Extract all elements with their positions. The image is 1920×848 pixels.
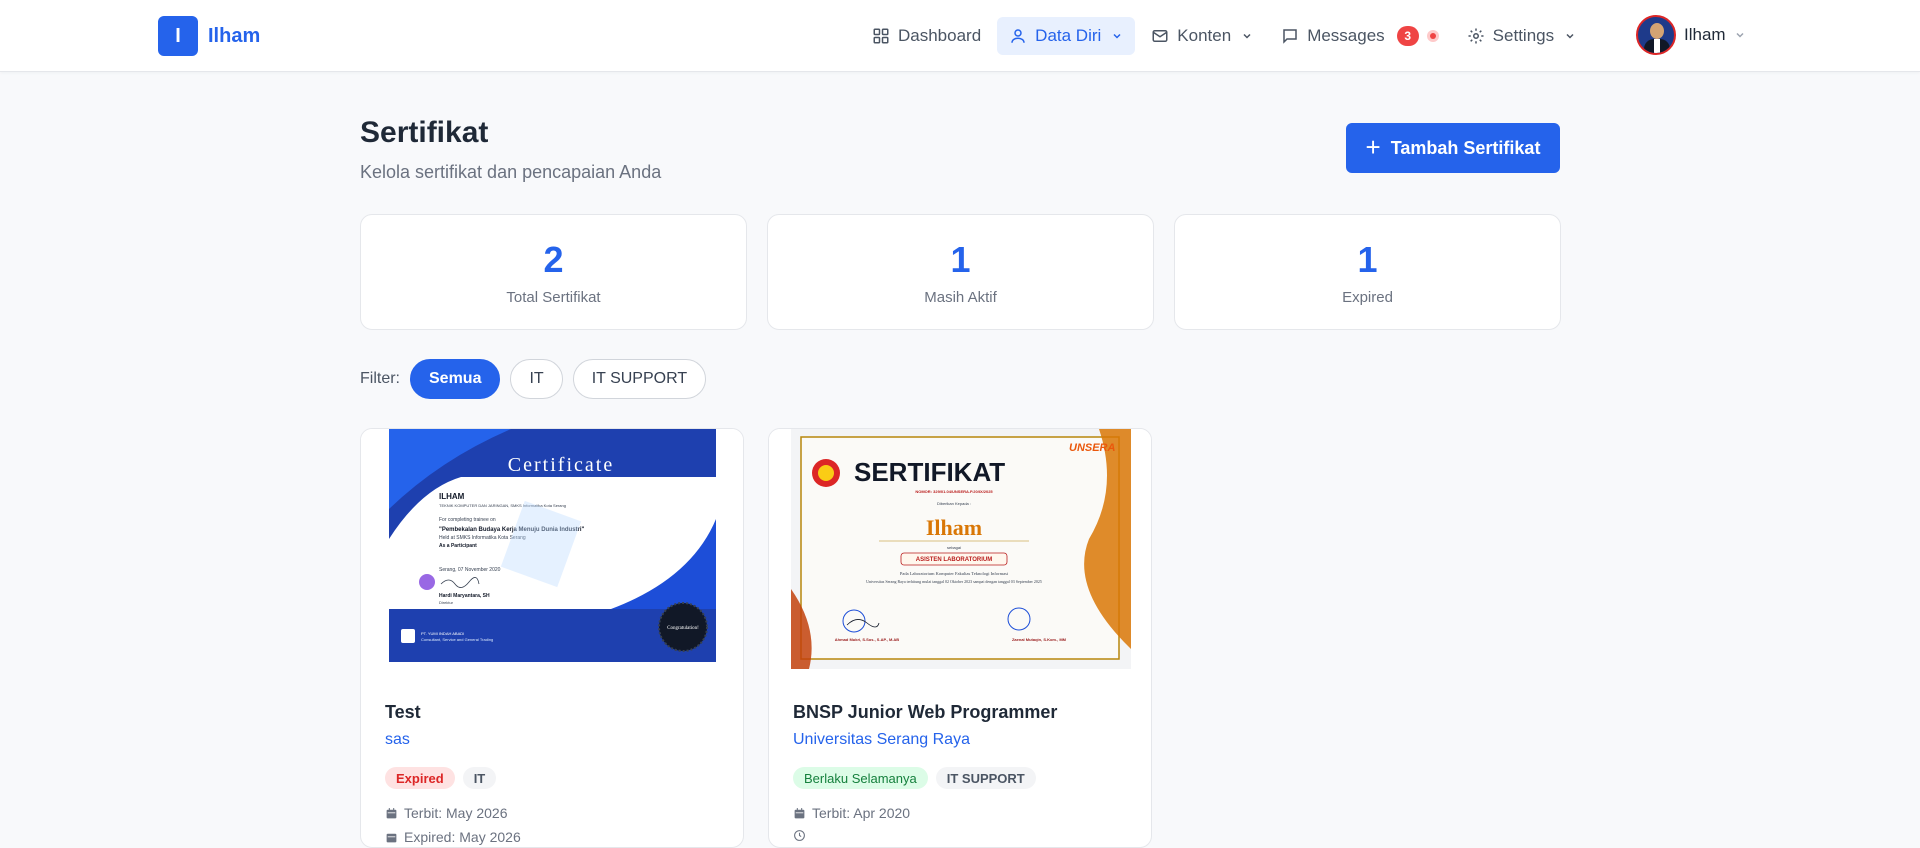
cert1-signer: Hardi Maryantara, SH xyxy=(439,593,490,599)
certificate-tags: Berlaku Selamanya IT SUPPORT xyxy=(793,767,1036,789)
certificate-tags: Expired IT xyxy=(385,767,497,789)
user-icon xyxy=(1011,29,1025,43)
filter-bar: Filter: Semua IT IT SUPPORT xyxy=(360,359,707,399)
top-navbar: I Ilham Dashboard Data Diri Konten Messa… xyxy=(0,0,1920,72)
issued-date-text: Terbit: Apr 2020 xyxy=(812,805,911,821)
avatar xyxy=(1636,15,1676,55)
issued-date: Terbit: Apr 2020 xyxy=(793,805,910,821)
stat-expired-value: 1 xyxy=(1357,239,1378,280)
clock-icon xyxy=(794,830,805,841)
main-nav: Dashboard Data Diri Konten Messages 3 Se… xyxy=(860,17,1588,55)
cert1-seal: Congratulation! xyxy=(667,626,699,631)
cert2-signer2: Zaenal Mutaqin, S.Kom., MM xyxy=(1012,637,1067,642)
cert1-company: PT. YUMI INDAH ABADI xyxy=(421,631,464,636)
nav-messages-label: Messages xyxy=(1307,26,1385,45)
cert2-line2: Universitas Serang Raya terhitung mulai … xyxy=(866,579,1042,584)
cert2-signer1: Ahmad Mukri, S.Sos., S.AP., M.AB xyxy=(835,637,899,642)
stat-total-value: 2 xyxy=(543,239,564,280)
cert2-as: sebagai xyxy=(947,545,961,550)
cert1-company-sub: Consultant, Service and General Trading xyxy=(421,637,493,642)
stat-total: 2 Total Sertifikat xyxy=(360,214,747,330)
validity-info xyxy=(793,829,806,842)
cert1-date: Serang, 07 November 2020 xyxy=(439,567,501,573)
stat-active-label: Masih Aktif xyxy=(924,289,997,306)
chevron-down-icon xyxy=(1243,33,1251,39)
chevron-down-icon xyxy=(1736,32,1744,38)
page-subtitle: Kelola sertifikat dan pencapaian Anda xyxy=(360,162,662,182)
notification-dot xyxy=(1426,30,1439,42)
chevron-down-icon xyxy=(1113,33,1121,39)
status-badge: Expired xyxy=(385,767,455,789)
stat-total-label: Total Sertifikat xyxy=(506,289,601,306)
certificate-card[interactable]: SERTIFIKAT UNSERA NOMOR: 329/01.04/UNSER… xyxy=(768,428,1152,848)
nav-messages[interactable]: Messages 3 xyxy=(1269,17,1450,55)
cert1-line2: For completing trainee on xyxy=(439,517,496,523)
stat-expired-label: Expired xyxy=(1342,289,1393,306)
status-badge: Berlaku Selamanya xyxy=(793,767,928,789)
mail-icon xyxy=(1152,30,1168,42)
certificate-image[interactable]: Certificate ILHAM TEKNIK KOMPUTER DAN JA… xyxy=(361,429,744,669)
certificate-image[interactable]: SERTIFIKAT UNSERA NOMOR: 329/01.04/UNSER… xyxy=(769,429,1152,669)
user-menu[interactable]: Ilham xyxy=(1636,15,1746,55)
category-badge: IT xyxy=(462,767,497,789)
cert2-name: Ilham xyxy=(926,515,982,540)
cert2-role: ASISTEN LABORATORIUM xyxy=(916,557,992,563)
expired-date-text: Expired: May 2026 xyxy=(404,829,521,845)
certificate-issuer: Universitas Serang Raya xyxy=(793,731,970,748)
settings-icon xyxy=(1468,28,1484,44)
cert1-line1: TEKNIK KOMPUTER DAN JARINGAN, SMKS Infor… xyxy=(439,503,566,508)
category-badge: IT SUPPORT xyxy=(935,767,1036,789)
brand-logo: I xyxy=(158,16,198,56)
nav-dashboard-label: Dashboard xyxy=(898,26,982,45)
brand-name: Ilham xyxy=(208,24,261,47)
messages-count-badge: 3 xyxy=(1396,26,1419,46)
certificate-card[interactable]: Certificate ILHAM TEKNIK KOMPUTER DAN JA… xyxy=(360,428,744,848)
brand[interactable]: I Ilham xyxy=(158,16,260,56)
cert1-line5: As a Participant xyxy=(439,543,477,549)
user-name: Ilham xyxy=(1684,25,1726,44)
cert2-given: Diberikan Kepada : xyxy=(937,501,971,506)
nav-data-diri[interactable]: Data Diri xyxy=(997,17,1136,55)
calendar-icon xyxy=(794,807,805,818)
cert1-heading: Certificate xyxy=(508,454,614,476)
certificate-title: Test xyxy=(385,702,421,722)
chevron-down-icon xyxy=(1566,33,1574,39)
stat-expired: 1 Expired xyxy=(1174,214,1561,330)
calendar-icon xyxy=(386,807,397,818)
nav-settings-label: Settings xyxy=(1492,26,1555,45)
message-icon xyxy=(1283,29,1297,44)
stat-active-value: 1 xyxy=(950,239,971,280)
stat-active: 1 Masih Aktif xyxy=(767,214,1154,330)
cert1-signer-role: Direktur xyxy=(439,600,454,605)
nav-konten[interactable]: Konten xyxy=(1139,17,1265,55)
filter-chip-it-support[interactable]: IT SUPPORT xyxy=(572,359,707,399)
page-title: Sertifikat xyxy=(360,116,489,149)
nav-konten-label: Konten xyxy=(1177,26,1232,45)
issued-date-text: Terbit: May 2026 xyxy=(404,805,508,821)
filter-chip-it[interactable]: IT xyxy=(510,359,563,399)
cert2-brand: UNSERA xyxy=(1069,442,1116,454)
certificate-title: BNSP Junior Web Programmer xyxy=(793,702,1058,722)
cert2-line1: Pada Laboratorium Komputer Fakultas Tekn… xyxy=(900,571,1009,576)
add-certificate-button[interactable]: + Tambah Sertifikat xyxy=(1346,123,1560,173)
calendar-icon xyxy=(386,833,397,842)
plus-icon: + xyxy=(1365,132,1381,162)
grid-icon xyxy=(873,28,889,44)
issued-date: Terbit: May 2026 xyxy=(385,805,508,821)
cert2-heading: SERTIFIKAT xyxy=(854,457,1005,487)
cert2-number: NOMOR: 329/01.04/UNSERA.P.20/IX/2025 xyxy=(915,489,993,494)
add-certificate-label: Tambah Sertifikat xyxy=(1390,137,1541,158)
nav-settings[interactable]: Settings xyxy=(1455,17,1588,55)
nav-dashboard[interactable]: Dashboard xyxy=(860,17,993,55)
filter-chip-semua[interactable]: Semua xyxy=(410,359,501,399)
filter-label: Filter: xyxy=(360,370,400,387)
nav-data-diri-label: Data Diri xyxy=(1035,26,1102,45)
cert1-name: ILHAM xyxy=(439,492,465,501)
certificate-issuer: sas xyxy=(385,731,410,748)
expired-date: Expired: May 2026 xyxy=(385,829,521,845)
